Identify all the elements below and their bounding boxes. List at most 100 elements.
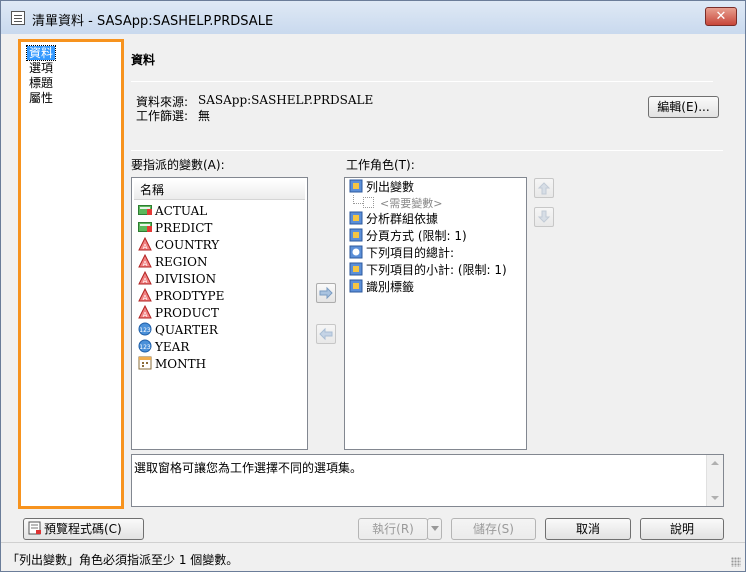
- date-icon: [138, 356, 152, 370]
- role-label: 下列項目的總計:: [366, 246, 455, 260]
- svg-text:A: A: [143, 294, 148, 302]
- chevron-down-icon: [430, 526, 439, 531]
- svg-text:123: 123: [139, 327, 151, 334]
- variable-country[interactable]: A COUNTRY: [138, 236, 220, 254]
- preview-code-icon: [28, 521, 41, 535]
- task-roles-label: 工作角色(T):: [346, 158, 415, 172]
- status-text: 「列出變數」角色必須指派至少 1 個變數。: [7, 553, 239, 567]
- role-icon: [349, 279, 363, 293]
- role-label: 識別標籤: [366, 280, 415, 294]
- numeric-currency-icon: [138, 203, 152, 217]
- role-label: 分頁方式 (限制: 1): [366, 229, 467, 243]
- run-button[interactable]: 執行(R): [358, 518, 428, 540]
- task-roles-list[interactable]: 列出變數 <需要變數> 分析群組依據 分頁方式 (限制: 1) 下列項目的總計:…: [344, 177, 527, 450]
- run-dropdown-button[interactable]: [427, 518, 442, 540]
- variable-name: PREDICT: [155, 221, 213, 235]
- variable-name: ACTUAL: [155, 204, 208, 218]
- role-icon: [349, 179, 363, 193]
- data-source-value: SASApp:SASHELP.PRDSALE: [198, 93, 374, 107]
- role-icon: [349, 211, 363, 225]
- resize-grip-icon[interactable]: [731, 557, 741, 567]
- list-data-app-icon: [11, 11, 25, 25]
- numeric-currency-icon: [138, 220, 152, 234]
- variable-prodtype[interactable]: A PRODTYPE: [138, 287, 225, 305]
- variable-name: REGION: [155, 255, 208, 269]
- description-scrollbar[interactable]: [706, 455, 723, 506]
- role-label: 下列項目的小計: (限制: 1): [366, 263, 507, 277]
- task-filter-value: 無: [198, 109, 211, 123]
- title-bar: 清單資料 - SASApp:SASHELP.PRDSALE ✕: [0, 0, 746, 34]
- nav-item-data[interactable]: 資料: [25, 45, 57, 61]
- character-icon: A: [138, 253, 152, 268]
- arrow-left-icon: [319, 327, 333, 341]
- role-group-analysis-by[interactable]: 分析群組依據: [349, 211, 438, 228]
- variable-region[interactable]: A REGION: [138, 253, 208, 271]
- variable-division[interactable]: A DIVISION: [138, 270, 217, 288]
- edit-button[interactable]: 編輯(E)...: [648, 96, 719, 118]
- window-title: 清單資料 - SASApp:SASHELP.PRDSALE: [32, 14, 274, 29]
- variable-quarter[interactable]: 123 QUARTER: [138, 322, 218, 339]
- role-list-variables[interactable]: 列出變數: [349, 179, 414, 196]
- move-up-button[interactable]: [534, 178, 554, 198]
- empty-slot-icon: [363, 197, 374, 208]
- variable-name: PRODTYPE: [155, 289, 225, 303]
- tree-connector: [353, 195, 363, 204]
- numeric-icon: 123: [138, 322, 152, 336]
- add-to-role-button[interactable]: [316, 283, 336, 303]
- role-label: 列出變數: [366, 180, 415, 194]
- role-identifying-label[interactable]: 識別標籤: [349, 279, 414, 296]
- nav-item-titles[interactable]: 標題: [27, 76, 55, 90]
- character-icon: A: [138, 270, 152, 285]
- nav-item-properties[interactable]: 屬性: [27, 91, 55, 105]
- variable-predict[interactable]: PREDICT: [138, 220, 212, 237]
- arrow-down-icon: [537, 210, 551, 223]
- role-icon: [349, 262, 363, 276]
- preview-code-label: 預覽程式碼(C): [44, 522, 122, 536]
- help-button[interactable]: 說明: [640, 518, 724, 540]
- variable-name: DIVISION: [155, 272, 217, 286]
- move-down-button[interactable]: [534, 207, 554, 227]
- column-header-name[interactable]: 名稱: [134, 180, 305, 200]
- variable-name: QUARTER: [155, 323, 218, 337]
- variable-product[interactable]: A PRODUCT: [138, 304, 219, 322]
- variables-label: 要指派的變數(A):: [131, 158, 225, 172]
- close-button[interactable]: ✕: [705, 7, 737, 26]
- svg-text:A: A: [143, 243, 148, 251]
- remove-from-role-button[interactable]: [316, 324, 336, 344]
- character-icon: A: [138, 236, 152, 251]
- svg-text:A: A: [143, 311, 148, 319]
- description-box: 選取窗格可讓您為工作選擇不同的選項集。: [131, 454, 724, 507]
- variable-name: YEAR: [155, 340, 190, 354]
- role-placeholder[interactable]: <需要變數>: [353, 195, 442, 212]
- nav-pane: 資料 選項 標題 屬性: [18, 39, 124, 509]
- role-total-of[interactable]: 下列項目的總計:: [349, 245, 454, 262]
- status-bar: 「列出變數」角色必須指派至少 1 個變數。: [1, 542, 745, 571]
- preview-code-button[interactable]: 預覽程式碼(C): [23, 518, 144, 540]
- scroll-up-icon[interactable]: [711, 461, 719, 465]
- arrow-up-icon: [537, 182, 551, 195]
- scroll-down-icon[interactable]: [711, 496, 719, 500]
- svg-text:A: A: [143, 260, 148, 268]
- role-subtotal-of[interactable]: 下列項目的小計: (限制: 1): [349, 262, 507, 279]
- variable-name: PRODUCT: [155, 306, 219, 320]
- divider: [131, 150, 723, 151]
- variable-month[interactable]: MONTH: [138, 356, 206, 373]
- variable-actual[interactable]: ACTUAL: [138, 203, 207, 220]
- save-button[interactable]: 儲存(S): [451, 518, 536, 540]
- variable-name: COUNTRY: [155, 238, 220, 252]
- role-icon: [349, 228, 363, 242]
- task-filter-label: 工作篩選:: [136, 109, 189, 123]
- character-icon: A: [138, 304, 152, 319]
- role-page-by[interactable]: 分頁方式 (限制: 1): [349, 228, 467, 245]
- role-label: 分析群組依據: [366, 212, 439, 226]
- variables-list[interactable]: 名稱 ACTUAL PREDICT A COUNTRY A REGION A DIVISION…: [131, 177, 308, 450]
- svg-text:123: 123: [139, 344, 151, 351]
- numeric-icon: 123: [138, 339, 152, 353]
- arrow-right-icon: [319, 286, 333, 300]
- variable-year[interactable]: 123 YEAR: [138, 339, 189, 356]
- dialog-client: 資料 選項 標題 屬性 資料 資料來源: SASApp:SASHELP.PRDS…: [0, 34, 746, 572]
- variable-name: MONTH: [155, 357, 207, 371]
- nav-item-options[interactable]: 選項: [27, 61, 55, 75]
- cancel-button[interactable]: 取消: [545, 518, 631, 540]
- description-text: 選取窗格可讓您為工作選擇不同的選項集。: [134, 461, 363, 475]
